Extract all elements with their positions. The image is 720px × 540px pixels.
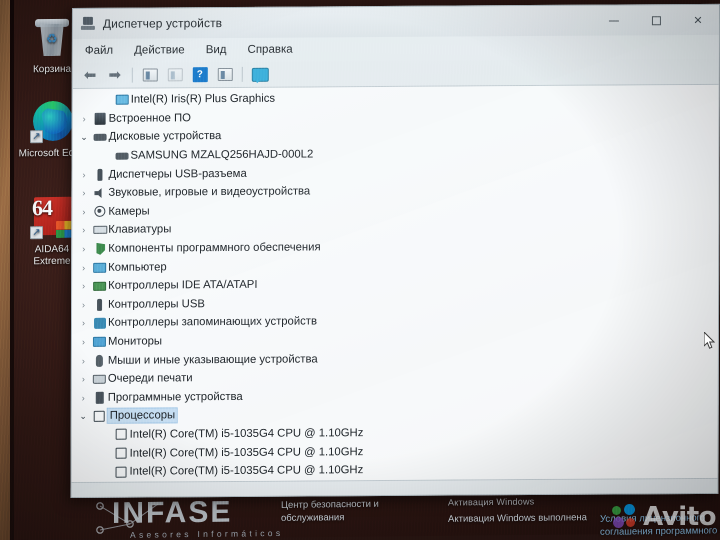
avito-watermark: Avito xyxy=(612,504,716,530)
window-controls[interactable]: ✕ xyxy=(593,5,719,36)
processor-icon xyxy=(113,447,130,459)
properties-icon[interactable] xyxy=(139,65,161,85)
menu-view[interactable]: Вид xyxy=(204,42,229,58)
chevron-right-icon[interactable]: › xyxy=(76,225,91,235)
storage-controller-icon xyxy=(91,317,108,329)
tree-item-label: Клавиатуры xyxy=(108,223,172,237)
device-tree[interactable]: Intel(R) Iris(R) Plus Graphics › Встроенно… xyxy=(71,84,719,483)
forward-arrow-icon[interactable]: ➡ xyxy=(104,65,126,85)
disk-drive-icon xyxy=(92,133,109,141)
menu-action[interactable]: Действие xyxy=(132,42,187,58)
edge-icon: ↗ xyxy=(29,98,75,145)
device-manager-icon xyxy=(80,16,96,32)
tree-item-label: Камеры xyxy=(108,205,150,218)
back-arrow-icon[interactable]: ➡ xyxy=(79,65,101,85)
processor-icon xyxy=(113,429,130,441)
tree-item-label: Intel(R) Iris(R) Plus Graphics xyxy=(130,92,276,106)
chevron-right-icon[interactable]: › xyxy=(77,114,92,124)
menu-help[interactable]: Справка xyxy=(245,42,294,58)
firmware-icon xyxy=(92,112,109,125)
chevron-right-icon[interactable]: › xyxy=(76,374,91,384)
tree-item-label: Intel(R) Core(TM) i5-1035G4 CPU @ 1.10GH… xyxy=(129,427,364,441)
menu-file[interactable]: Файл xyxy=(83,43,115,59)
processor-icon xyxy=(113,466,130,478)
toolbar-separator xyxy=(241,66,243,82)
tree-item-label: Процессоры xyxy=(106,407,179,425)
shortcut-overlay-icon: ↗ xyxy=(30,130,43,144)
mouse-icon xyxy=(91,354,108,367)
keyboard-icon xyxy=(91,226,108,235)
processor-icon xyxy=(91,410,108,422)
security-center-watermark: Центр безопасности и обслуживания xyxy=(281,498,379,524)
shortcut-overlay-icon: ↗ xyxy=(30,226,43,240)
software-device-icon xyxy=(91,391,108,404)
recycle-bin-icon: ♻ xyxy=(29,14,75,61)
monitor-icon xyxy=(91,336,108,347)
usb-controller-icon xyxy=(91,298,108,311)
avito-dots-icon xyxy=(612,504,642,530)
window-title: Диспетчер устройств xyxy=(102,16,223,31)
chevron-right-icon[interactable]: › xyxy=(76,170,91,180)
wallpaper-branding: INFASE Asesores Informáticos xyxy=(112,495,284,540)
tree-item-label: Дисковые устройства xyxy=(108,130,222,144)
ide-controller-icon xyxy=(91,281,108,291)
update-driver-icon[interactable] xyxy=(164,65,186,85)
activation-watermark-title: Активация Windows xyxy=(448,496,535,508)
wallpaper-brand-subtitle: Asesores Informáticos xyxy=(130,527,284,540)
gpu-icon xyxy=(114,94,131,106)
tree-item-label: Контроллеры запоминающих устройств xyxy=(107,315,318,330)
sound-icon xyxy=(91,188,108,199)
tree-item-label: Очереди печати xyxy=(107,372,193,385)
tree-item-label: Мониторы xyxy=(107,335,163,348)
chevron-right-icon[interactable]: › xyxy=(76,300,91,310)
tree-item-label: Компьютер xyxy=(108,261,167,274)
chevron-right-icon[interactable]: › xyxy=(76,188,91,198)
chevron-right-icon[interactable]: › xyxy=(76,207,91,217)
computer-icon xyxy=(91,262,108,273)
tree-item-label: Встроенное ПО xyxy=(108,112,191,125)
chevron-right-icon[interactable]: › xyxy=(76,355,91,366)
tree-item-label: Мыши и иные указывающие устройства xyxy=(107,353,318,367)
show-hidden-devices-icon[interactable] xyxy=(214,64,236,84)
printer-icon xyxy=(91,374,108,384)
photo-scene: INFASE Asesores Informáticos ♻ Корзина ↗… xyxy=(0,0,720,540)
mouse-cursor xyxy=(704,332,716,350)
window-titlebar[interactable]: Диспетчер устройств ✕ xyxy=(72,4,719,39)
chevron-right-icon[interactable]: › xyxy=(76,337,91,347)
device-manager-window[interactable]: Диспетчер устройств ✕ Файл Действие Вид … xyxy=(70,3,720,499)
tree-item-label: Контроллеры USB xyxy=(108,297,205,311)
software-component-icon xyxy=(91,243,108,255)
minimize-button[interactable] xyxy=(593,5,635,35)
tree-item-label: Компоненты программного обеспечения xyxy=(108,241,321,255)
toolbar-separator xyxy=(131,67,133,83)
wallpaper-brand-title: INFASE xyxy=(112,495,233,531)
chevron-right-icon[interactable]: › xyxy=(76,393,91,403)
tree-item-label: Intel(R) Core(TM) i5-1035G4 CPU @ 1.10GH… xyxy=(129,464,364,478)
scan-hardware-icon[interactable] xyxy=(249,64,271,84)
tree-item-label: Диспетчеры USB-разъема xyxy=(108,167,247,181)
avito-wordmark: Avito xyxy=(643,502,716,532)
chevron-right-icon[interactable]: › xyxy=(76,263,91,273)
tree-item-label: Intel(R) Core(TM) i5-1035G4 CPU @ 1.10GH… xyxy=(129,445,364,460)
maximize-button[interactable] xyxy=(635,5,677,35)
close-button[interactable]: ✕ xyxy=(677,5,719,35)
tree-item-label: SAMSUNG MZALQ256HAJD-000L2 xyxy=(130,148,314,162)
chevron-right-icon[interactable]: › xyxy=(76,244,91,254)
usb-connector-icon xyxy=(91,168,108,181)
chevron-down-icon[interactable]: ⌄ xyxy=(76,411,91,422)
chevron-right-icon[interactable]: › xyxy=(76,318,91,328)
chevron-right-icon[interactable]: › xyxy=(76,281,91,291)
camera-icon xyxy=(91,206,108,218)
aida64-icon: 64 ↗ xyxy=(29,194,75,241)
chevron-down-icon[interactable]: ⌄ xyxy=(77,132,92,143)
activation-watermark-status: Активация Windows выполнена xyxy=(448,512,587,525)
tree-item-label: Контроллеры IDE ATA/ATAPI xyxy=(108,279,258,293)
tree-item-label: Звуковые, игровые и видеоустройства xyxy=(108,185,311,200)
tree-item-label: Программные устройства xyxy=(107,390,243,404)
disk-icon xyxy=(114,152,131,160)
help-icon[interactable]: ? xyxy=(189,65,211,85)
